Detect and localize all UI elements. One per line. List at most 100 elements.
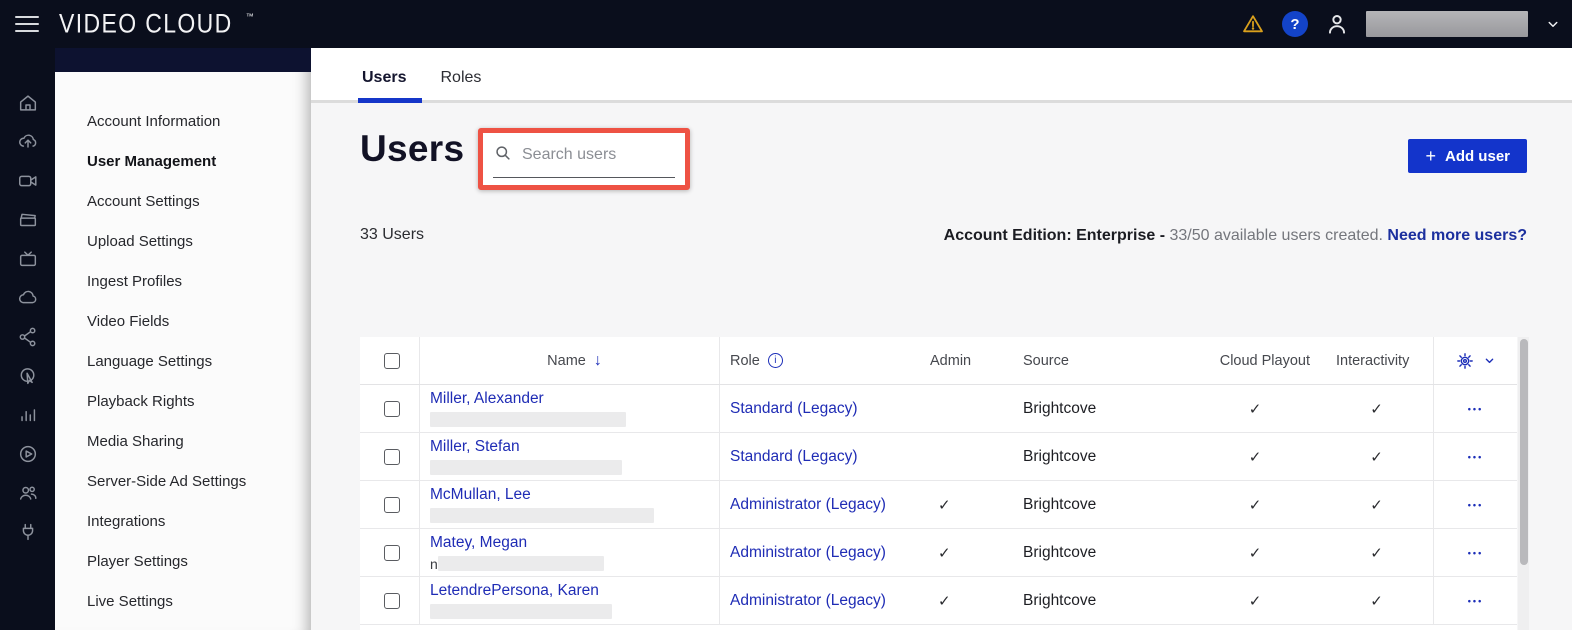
table-row: Miller, Alexander Standard (Legacy) Brig…: [360, 385, 1517, 433]
row-menu-button[interactable]: •••: [1468, 404, 1483, 414]
add-user-button[interactable]: + Add user: [1408, 139, 1527, 173]
warning-icon[interactable]: [1240, 12, 1266, 36]
account-edition-line: Account Edition: Enterprise - 33/50 avai…: [944, 227, 1527, 245]
cloud-icon[interactable]: [16, 287, 40, 309]
sidebar-item-user-management[interactable]: User Management: [55, 142, 311, 182]
tab-roles[interactable]: Roles: [438, 69, 483, 100]
sidebar-item-player-settings[interactable]: Player Settings: [55, 542, 311, 582]
search-input[interactable]: [522, 146, 672, 164]
icon-rail: [0, 48, 55, 630]
user-search-box: [483, 133, 685, 185]
sidebar-item-live-settings[interactable]: Live Settings: [55, 582, 311, 622]
sidebar-item-account-information[interactable]: Account Information: [55, 102, 311, 142]
settings-menu: Account Information User Management Accoun…: [55, 72, 311, 622]
table-row: LetendrePersona, Karen Administrator (Le…: [360, 577, 1517, 625]
user-role-link[interactable]: Administrator (Legacy): [730, 496, 886, 514]
table-row: Miller, Stefan Standard (Legacy) Brightc…: [360, 433, 1517, 481]
row-menu-button[interactable]: •••: [1468, 548, 1483, 558]
table-row: Matey, Megan n Administrator (Legacy) ✓ …: [360, 529, 1517, 577]
user-count: 33 Users: [360, 226, 425, 243]
sidebar-item-playback-rights[interactable]: Playback Rights: [55, 382, 311, 422]
table-scrollbar[interactable]: [1518, 337, 1529, 630]
tv-icon[interactable]: [16, 248, 40, 270]
user-name-link[interactable]: McMullan, Lee: [430, 486, 531, 504]
users-table: Name ↓ Role i Admin Source Cloud Playout…: [360, 337, 1517, 630]
row-checkbox[interactable]: [384, 592, 400, 609]
select-all-checkbox[interactable]: [384, 352, 400, 369]
annotation-highlight-box: [478, 128, 690, 190]
sort-descending-icon[interactable]: ↓: [594, 352, 602, 370]
player-icon[interactable]: [16, 443, 40, 465]
sidebar-item-language-settings[interactable]: Language Settings: [55, 342, 311, 382]
user-role-link[interactable]: Standard (Legacy): [730, 400, 858, 418]
admin-checkmark: ✓: [938, 496, 951, 514]
need-more-users-link[interactable]: Need more users?: [1387, 227, 1527, 244]
row-checkbox[interactable]: [384, 496, 400, 513]
interactivity-checkmark: ✓: [1370, 448, 1383, 466]
account-edition-label: Account Edition: Enterprise -: [943, 227, 1170, 244]
sidebar-item-ingest-profiles[interactable]: Ingest Profiles: [55, 262, 311, 302]
row-checkbox[interactable]: [384, 400, 400, 417]
source-text: Brightcove: [1023, 495, 1097, 513]
user-name-link[interactable]: Miller, Stefan: [430, 438, 520, 456]
main-content: Users 33 Users Account Edition: Enterpri…: [311, 106, 1572, 630]
cloud-upload-icon[interactable]: [16, 131, 40, 153]
sidebar-item-media-sharing[interactable]: Media Sharing: [55, 422, 311, 462]
source-text: Brightcove: [1023, 591, 1097, 609]
source-text: Brightcove: [1023, 399, 1097, 417]
col-header-name[interactable]: Name: [547, 353, 586, 369]
video-camera-icon[interactable]: [16, 170, 40, 192]
plug-icon[interactable]: [16, 521, 40, 543]
interactivity-icon[interactable]: [16, 365, 40, 387]
user-name-link[interactable]: Matey, Megan: [430, 534, 527, 552]
row-menu-button[interactable]: •••: [1468, 452, 1483, 462]
home-icon[interactable]: [16, 92, 40, 114]
email-line: [430, 508, 654, 523]
share-icon[interactable]: [16, 326, 40, 348]
email-line: [430, 460, 622, 475]
tab-users[interactable]: Users: [357, 69, 424, 103]
table-row: McMullan, Lee Administrator (Legacy) ✓ B…: [360, 481, 1517, 529]
sidebar-top-strip: [55, 48, 311, 72]
sidebar-item-video-fields[interactable]: Video Fields: [55, 302, 311, 342]
user-role-link[interactable]: Standard (Legacy): [730, 448, 858, 466]
interactivity-checkmark: ✓: [1370, 592, 1383, 610]
col-header-role: Role: [730, 352, 760, 369]
users-icon[interactable]: [16, 482, 40, 504]
row-checkbox[interactable]: [384, 544, 400, 561]
interactivity-checkmark: ✓: [1370, 400, 1383, 418]
scrollbar-thumb[interactable]: [1519, 339, 1528, 565]
sidebar-item-server-side-ad-settings[interactable]: Server-Side Ad Settings: [55, 462, 311, 502]
user-name-link[interactable]: Miller, Alexander: [430, 390, 544, 408]
hamburger-menu-icon[interactable]: [15, 15, 39, 33]
email-redacted: [430, 412, 626, 427]
sidebar-item-upload-settings[interactable]: Upload Settings: [55, 222, 311, 262]
email-line: n: [430, 556, 604, 572]
user-name-link[interactable]: LetendrePersona, Karen: [430, 582, 599, 600]
admin-checkmark: ✓: [938, 544, 951, 562]
cloud-playout-checkmark: ✓: [1248, 448, 1262, 466]
user-profile-icon[interactable]: [1324, 11, 1350, 37]
cloud-playout-checkmark: ✓: [1248, 400, 1262, 418]
email-line: [430, 412, 626, 427]
role-info-icon[interactable]: i: [767, 353, 783, 368]
user-role-link[interactable]: Administrator (Legacy): [730, 592, 886, 610]
help-icon[interactable]: ?: [1282, 11, 1308, 37]
column-settings-chevron-icon[interactable]: [1482, 353, 1497, 368]
row-checkbox[interactable]: [384, 448, 400, 465]
column-settings-gear-icon[interactable]: [1455, 351, 1475, 371]
page-title: Users: [360, 128, 465, 169]
search-icon: [493, 143, 513, 168]
email-redacted: [430, 460, 622, 475]
chevron-down-icon[interactable]: [1544, 15, 1562, 33]
media-clapperboard-icon[interactable]: [16, 209, 40, 231]
sidebar-item-integrations[interactable]: Integrations: [55, 502, 311, 542]
row-menu-button[interactable]: •••: [1468, 500, 1483, 510]
user-role-link[interactable]: Administrator (Legacy): [730, 544, 886, 562]
row-menu-button[interactable]: •••: [1468, 596, 1483, 606]
analytics-icon[interactable]: [16, 404, 40, 426]
col-header-source: Source: [1023, 352, 1069, 369]
account-name-redacted[interactable]: [1366, 11, 1528, 37]
admin-checkmark: ✓: [938, 592, 951, 610]
sidebar-item-account-settings[interactable]: Account Settings: [55, 182, 311, 222]
